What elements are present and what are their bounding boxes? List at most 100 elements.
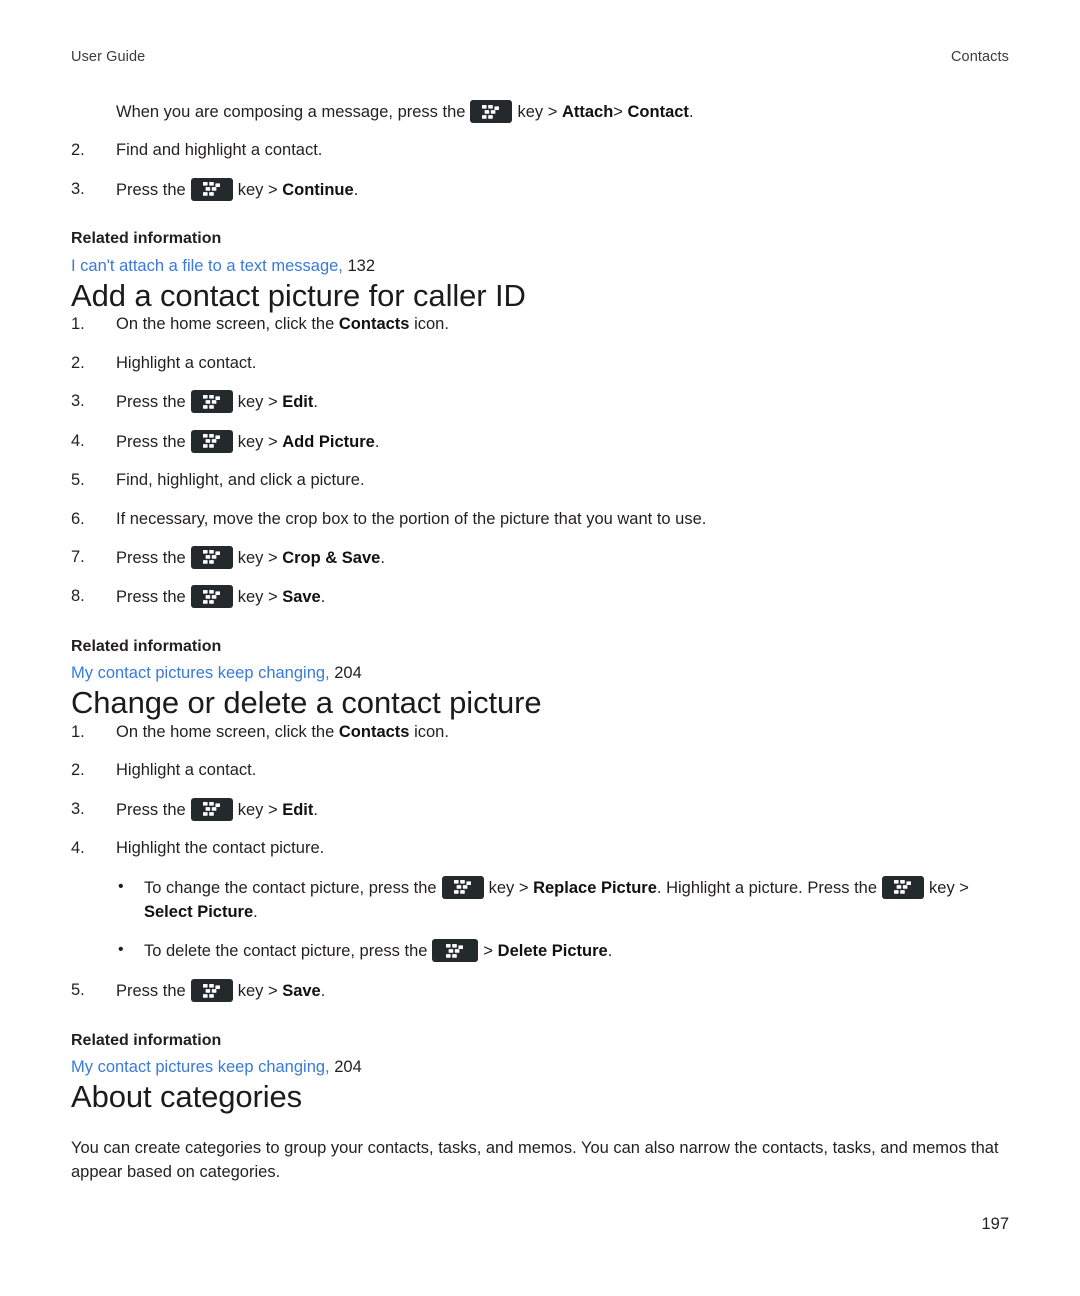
bullet-icon: • [118, 941, 124, 959]
bullet-text-mid2: . Highlight a picture. Press the [656, 878, 878, 897]
related-information-link-line: I can't attach a file to a text message,… [71, 255, 1009, 278]
step-text-mid: key > [517, 103, 558, 121]
step-number: 5. [71, 471, 85, 490]
list-item: 2. Highlight a contact. [71, 759, 1009, 782]
bullet-bold-replace-picture: Replace Picture [533, 878, 657, 897]
header-right-label: Contacts [950, 49, 1009, 65]
step-bold-crop-save: Crop & Save [282, 548, 381, 567]
related-information-block: Related information My contact pictures … [71, 1030, 1009, 1079]
list-item: 3. Press the key > Edit. [71, 797, 1009, 822]
step-number: 1. [71, 722, 85, 741]
list-item: 6. If necessary, move the crop box to th… [71, 508, 1009, 531]
step-number: 3. [71, 799, 85, 818]
step-period: . [353, 180, 359, 199]
step-period: . [320, 588, 326, 607]
step-number: 1. [71, 315, 85, 334]
step-period: . [380, 548, 385, 567]
step-number: 4. [71, 431, 85, 450]
step-text-pre: When you are composing a message, press … [116, 103, 466, 121]
related-link-page: 132 [347, 256, 376, 275]
change-picture-bullet-list: • To change the contact picture, press t… [71, 875, 1009, 965]
bullet-period: . [607, 942, 613, 961]
bullet-separator: > [483, 942, 494, 961]
change-contact-picture-steps-list: 1. On the home screen, click the Contact… [71, 721, 1009, 861]
blackberry-menu-key-icon [190, 585, 233, 609]
related-link[interactable]: My contact pictures keep changing, [71, 1058, 330, 1076]
step-text-mid: key > [237, 588, 278, 607]
step-text-pre: On the home screen, click the [116, 722, 335, 741]
bullet-text-pre: To delete the contact picture, press the [144, 942, 428, 961]
step-number: 5. [71, 981, 85, 1000]
step-text: Find, highlight, and click a picture. [116, 471, 365, 490]
bullet-text-mid1: key > [488, 878, 529, 897]
related-information-link-line: My contact pictures keep changing, 204 [71, 662, 1009, 685]
list-item: 5. Find, highlight, and click a picture. [71, 469, 1009, 492]
list-item: 1. On the home screen, click the Contact… [71, 313, 1009, 336]
blackberry-menu-key-icon [190, 545, 233, 569]
list-item: 2. Highlight a contact. [71, 352, 1009, 375]
step-number: 3. [71, 392, 85, 411]
intro-steps-list: 2. Find and highlight a contact. 3. Pres… [71, 139, 1009, 202]
step-text: If necessary, move the crop box to the p… [116, 509, 707, 528]
blackberry-menu-key-icon [190, 177, 233, 201]
step-text-mid: key > [237, 548, 278, 567]
step-bold-edit: Edit [282, 800, 314, 819]
related-information-link-line: My contact pictures keep changing, 204 [71, 1056, 1009, 1079]
step-text-pre: Press the [116, 432, 186, 451]
blackberry-menu-key-icon [470, 100, 513, 123]
related-information-block: Related information My contact pictures … [71, 636, 1009, 685]
step-period: . [313, 800, 318, 819]
step-number: 2. [71, 141, 85, 160]
related-link-page: 204 [334, 664, 362, 683]
related-information-title: Related information [71, 1031, 222, 1049]
step-text-pre: On the home screen, click the [116, 315, 335, 334]
step-number: 2. [71, 353, 85, 372]
step-bold-save: Save [282, 982, 321, 1001]
step-bold-attach: Attach [561, 103, 614, 121]
step-text: Find and highlight a contact. [116, 141, 323, 160]
list-item: 3. Press the key > Continue. [71, 177, 1009, 202]
page-title-change-delete-contact-picture: Change or delete a contact picture [71, 685, 542, 721]
blackberry-menu-key-icon [190, 797, 233, 821]
blackberry-menu-key-icon [190, 390, 233, 414]
step-text-pre: Press the [116, 393, 186, 412]
step-number: 6. [71, 509, 85, 528]
bullet-bold-delete-picture: Delete Picture [497, 942, 608, 961]
step-number: 2. [71, 761, 85, 780]
related-link[interactable]: My contact pictures keep changing, [71, 664, 330, 682]
step-text-mid: key > [237, 393, 278, 412]
step-number: 3. [71, 179, 85, 198]
step-period: . [374, 432, 380, 451]
related-information-block: Related information I can't attach a fil… [71, 228, 1009, 277]
blackberry-menu-key-icon [190, 429, 233, 453]
step-text-pre: Press the [116, 548, 186, 567]
bullet-separator: > [959, 878, 969, 897]
about-categories-paragraph: You can create categories to group your … [71, 1138, 999, 1181]
bullet-text-pre: To change the contact picture, press the [144, 878, 437, 897]
blackberry-menu-key-icon [432, 939, 479, 963]
document-page: User Guide Contacts When you are composi… [0, 0, 1080, 1296]
page-title-add-contact-picture: Add a contact picture for caller ID [71, 277, 526, 313]
intro-block: When you are composing a message, press … [71, 65, 1009, 278]
add-contact-picture-steps-list: 1. On the home screen, click the Contact… [71, 313, 1009, 609]
step-text-mid: key > [237, 432, 278, 451]
step-number: 4. [71, 839, 85, 858]
step-text-mid: key > [237, 800, 278, 819]
list-item: 3. Press the key > Edit. [71, 390, 1009, 414]
step-bold-contact: Contact [627, 103, 689, 121]
step-text-pre: Press the [116, 982, 186, 1001]
step-text-pre: Press the [116, 800, 186, 819]
list-item: 1. On the home screen, click the Contact… [71, 721, 1009, 744]
blackberry-menu-key-icon [441, 875, 484, 899]
related-information-title: Related information [71, 230, 222, 248]
bullet-period: . [253, 902, 258, 921]
step-bold-save: Save [282, 588, 321, 607]
page-title-about-categories: About categories [71, 1079, 303, 1115]
list-item: 7. Press the key > Crop & Save. [71, 545, 1009, 570]
step-period: . [313, 393, 318, 412]
step-period: . [320, 982, 326, 1001]
bullet-icon: • [118, 877, 124, 895]
step-text-mid: key > [237, 982, 278, 1001]
related-link[interactable]: I can't attach a file to a text message, [71, 257, 343, 275]
step-bold-contacts: Contacts [338, 722, 410, 741]
